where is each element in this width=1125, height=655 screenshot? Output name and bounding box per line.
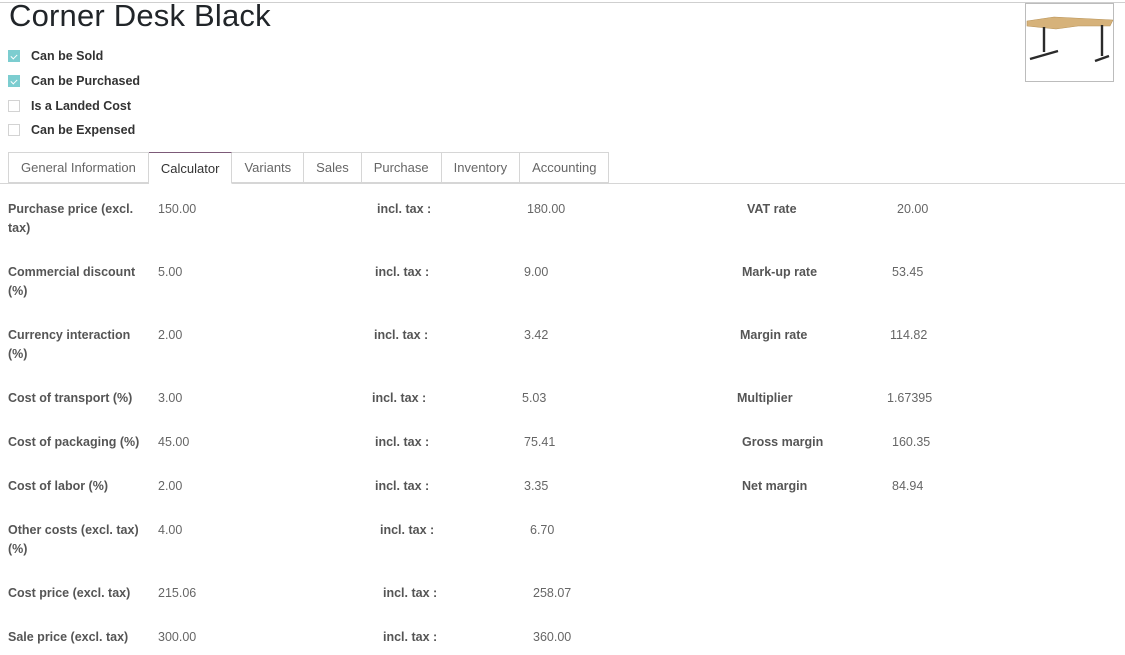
field-value-cost-price: 215.06 [158,586,197,600]
field-label-cost-price: Cost price (excl. tax) [8,586,131,600]
field-label-sale-price: Sale price (excl. tax) [8,630,129,644]
rate-value-multiplier: 1.67395 [887,391,933,405]
checkbox-can-be-purchased[interactable]: Can be Purchased [8,69,140,94]
field-label-currency-interaction: Currency interaction (%) [8,328,131,361]
incl-tax-label: incl. tax : [375,479,430,493]
checkbox-label: Can be Expensed [31,123,136,138]
rate-label-net-margin: Net margin [742,479,808,493]
field-value-cost-of-transport[interactable]: 3.00 [158,389,182,408]
tab-purchase[interactable]: Purchase [361,152,442,183]
corner-desk-image [1026,16,1114,63]
incl-tax-value: 6.70 [530,523,555,537]
incl-tax-label: incl. tax : [377,202,432,216]
field-value-cost-of-labor[interactable]: 2.00 [158,477,182,496]
incl-tax-label: incl. tax : [375,265,430,279]
checkbox-unchecked-icon[interactable] [8,99,20,112]
rate-value-vat: 20.00 [897,202,929,216]
field-label-cost-of-transport: Cost of transport (%) [8,391,133,405]
product-image[interactable] [1025,3,1114,82]
tab-inventory[interactable]: Inventory [441,152,521,183]
tab-sales[interactable]: Sales [304,152,362,183]
incl-tax-value: 75.41 [524,435,556,449]
rate-value-margin: 114.82 [890,328,928,342]
tab-accounting[interactable]: Accounting [520,152,610,183]
incl-tax-value: 5.03 [522,391,547,405]
incl-tax-value: 180.00 [527,202,566,216]
field-value-currency-interaction[interactable]: 2.00 [158,326,182,345]
tab-calculator[interactable]: Calculator [148,152,233,184]
incl-tax-value: 360.00 [533,630,572,644]
checkbox-can-be-expensed[interactable]: Can be Expensed [8,118,140,143]
checkbox-label: Can be Purchased [31,74,141,89]
incl-tax-label: incl. tax : [383,586,438,600]
incl-tax-label: incl. tax : [383,630,438,644]
rate-label-margin: Margin rate [740,328,808,342]
incl-tax-value: 9.00 [524,265,549,279]
field-label-purchase-price: Purchase price (excl. tax) [8,202,134,235]
field-value-sale-price[interactable]: 300.00 [158,628,196,647]
incl-tax-label: incl. tax : [380,523,435,537]
rate-value-gross-margin: 160.35 [892,435,931,449]
rate-label-gross-margin: Gross margin [742,435,824,449]
field-value-cost-of-packaging[interactable]: 45.00 [158,433,189,452]
field-label-cost-of-packaging: Cost of packaging (%) [8,435,140,449]
rate-label-multiplier: Multiplier [737,391,793,405]
incl-tax-label: incl. tax : [375,435,430,449]
field-value-commercial-discount[interactable]: 5.00 [158,263,182,282]
checkbox-label: Can be Sold [31,49,104,64]
checkbox-unchecked-icon[interactable] [8,124,20,137]
product-name: Corner Desk Black [9,0,271,33]
product-options: Can be Sold Can be Purchased Is a Landed… [8,44,140,143]
field-value-purchase-price[interactable]: 150.00 [158,200,196,219]
rate-label-mark-up: Mark-up rate [742,265,818,279]
checkbox-is-landed-cost[interactable]: Is a Landed Cost [8,93,140,118]
rate-value-net-margin: 84.94 [892,479,924,493]
field-label-other-costs: Other costs (excl. tax) (%) [8,523,139,556]
incl-tax-label: incl. tax : [372,391,427,405]
incl-tax-value: 3.35 [524,479,549,493]
form-tabs: General Information Calculator Variants … [8,152,610,184]
checkbox-can-be-sold[interactable]: Can be Sold [8,44,140,69]
field-label-cost-of-labor: Cost of labor (%) [8,479,108,493]
checkbox-checked-icon[interactable] [8,75,20,88]
tab-variants[interactable]: Variants [232,152,305,183]
tab-general-information[interactable]: General Information [8,152,149,183]
checkbox-label: Is a Landed Cost [31,98,132,113]
rate-value-mark-up: 53.45 [892,265,924,279]
checkbox-checked-icon[interactable] [8,50,20,63]
incl-tax-value: 3.42 [524,328,549,342]
incl-tax-value: 258.07 [533,586,572,600]
field-label-commercial-discount: Commercial discount (%) [8,265,136,298]
rate-label-vat: VAT rate [747,202,797,216]
incl-tax-label: incl. tax : [374,328,429,342]
field-value-other-costs[interactable]: 4.00 [158,521,182,540]
